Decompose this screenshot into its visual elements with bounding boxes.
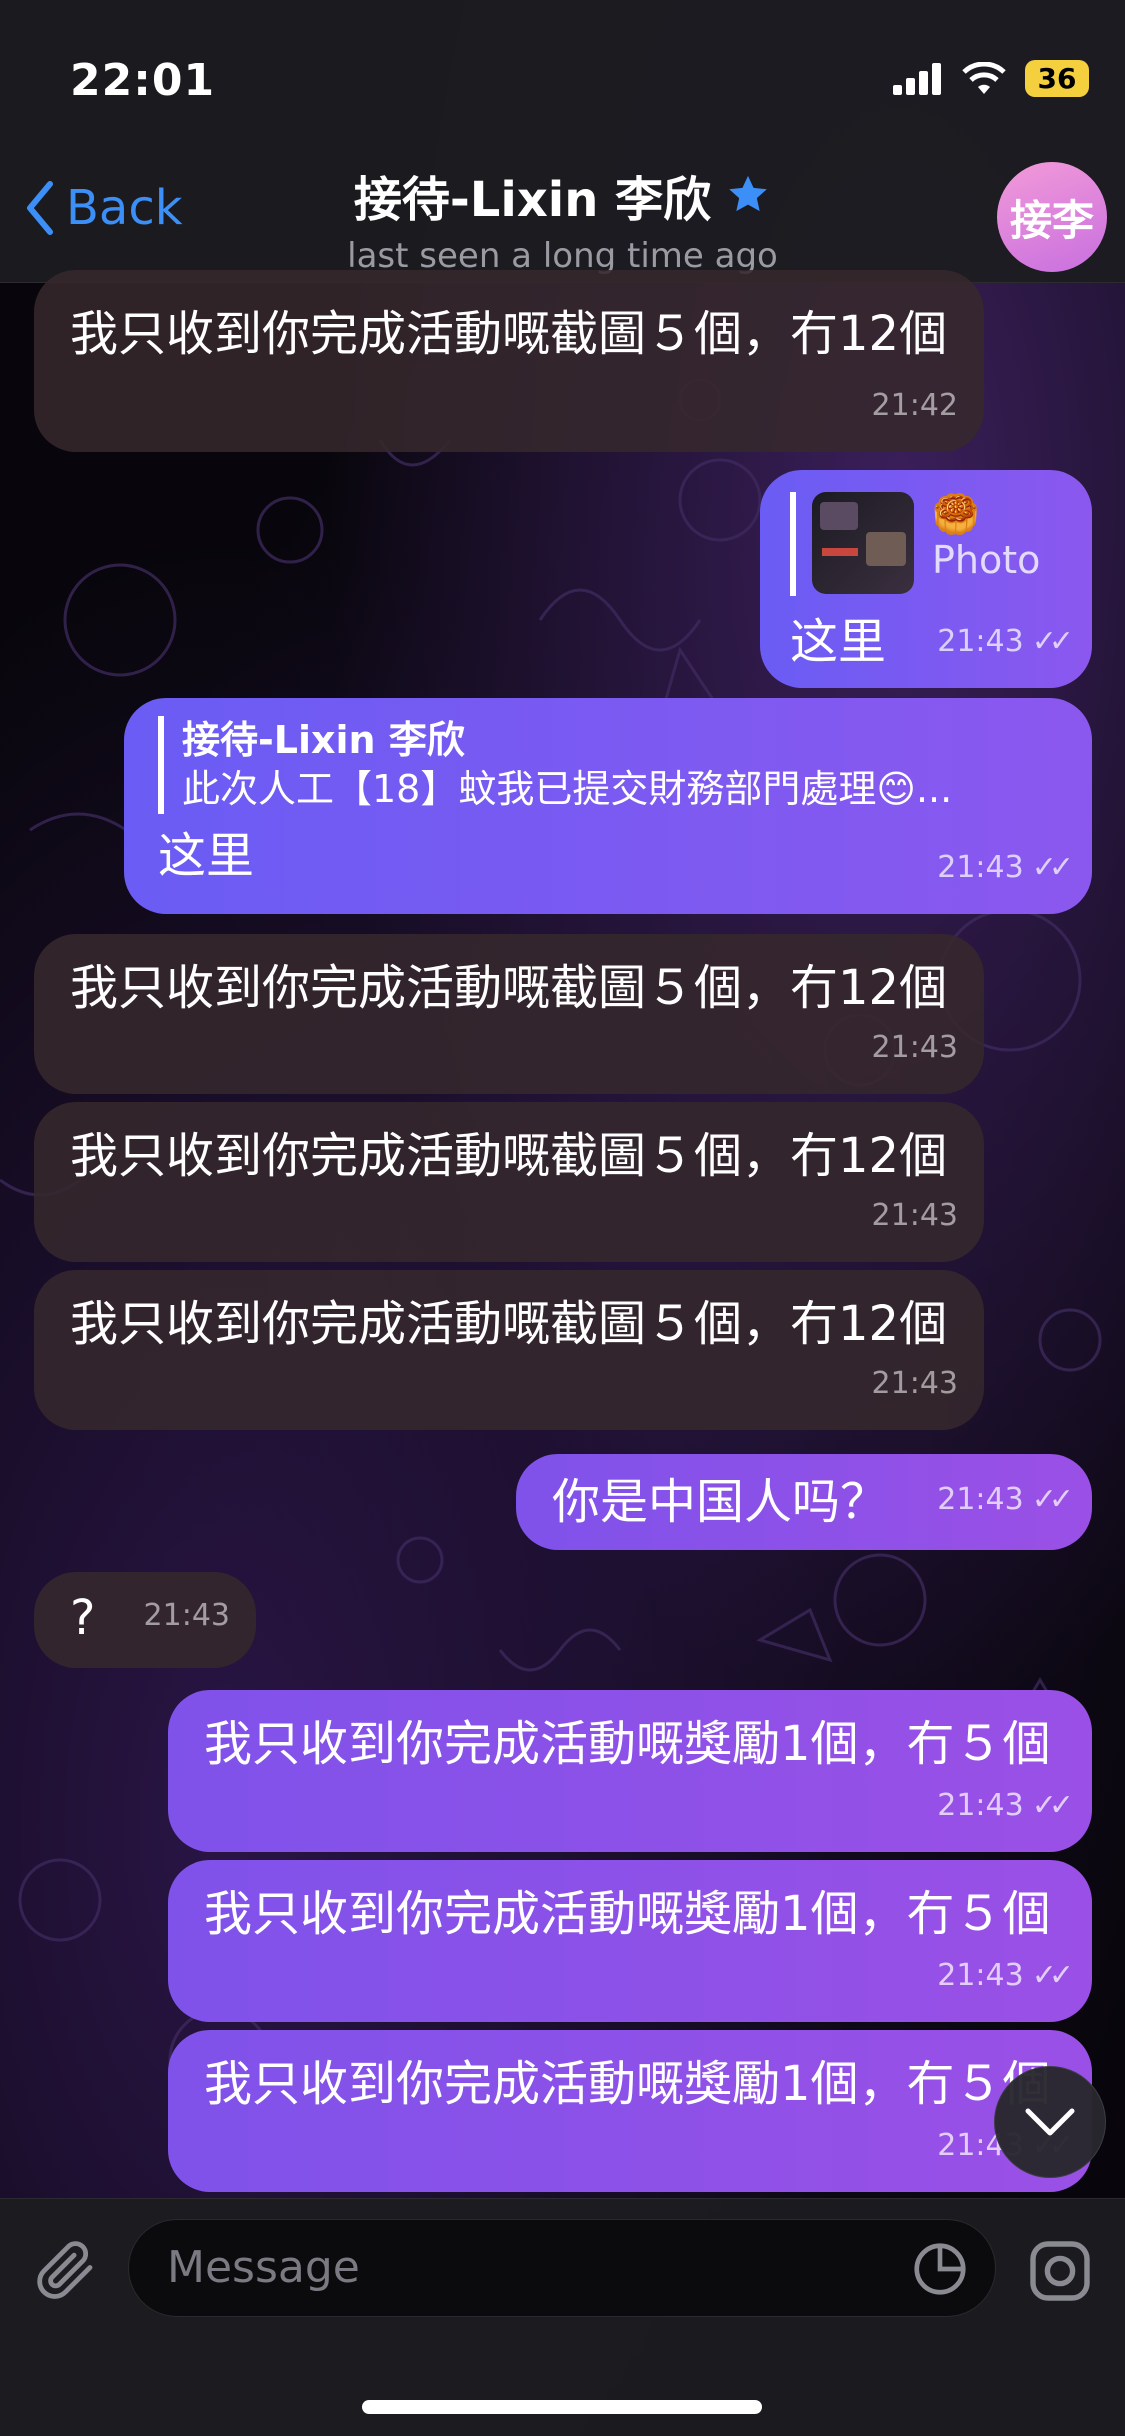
message-bubble-outgoing[interactable]: 我只收到你完成活動嘅獎勵1個，冇５個 21:43 ✓✓ [168,2030,1092,2192]
message-text: 我只收到你完成活動嘅獎勵1個，冇５個 [204,1886,1051,1942]
message-meta: 21:43 ✓✓ [937,836,1074,900]
message-time: 21:43 [937,1788,1024,1823]
message-time: 21:43 [937,1482,1024,1517]
message-time: 21:43 [871,1366,958,1401]
sticker-button[interactable] [909,2238,971,2300]
reply-photo-thumbnail [812,492,914,594]
message-text: 我只收到你完成活動嘅獎勵1個，冇５個 [204,2056,1051,2112]
message-bubble-incoming[interactable]: 我只收到你完成活動嘅截圖５個，冇12個 21:43 [34,1270,984,1430]
attach-button[interactable] [30,2233,102,2305]
sticker-icon [914,2243,966,2295]
message-bubble-incoming[interactable]: 我只收到你完成活動嘅截圖５個，冇12個 21:43 [34,1102,984,1262]
status-time: 22:01 [70,55,216,106]
message-input-container[interactable] [128,2219,996,2317]
message-text: 我只收到你完成活動嘅截圖５個，冇12個 [70,1296,948,1352]
scroll-down-icon [1025,2108,1075,2136]
message-time: 21:43 [871,1030,958,1065]
message-time: 21:42 [871,388,958,423]
navigation-header: 22:01 36 Back 接待-Lixin 李欣 last seen a lo… [0,0,1125,283]
message-meta: 21:43 ✓✓ [937,1944,1074,2008]
message-meta: 21:43 [872,1352,958,1416]
read-receipt-icon: ✓✓ [1031,1788,1074,1823]
message-bubble-outgoing[interactable]: 我只收到你完成活動嘅獎勵1個，冇５個 21:43 ✓✓ [168,1690,1092,1852]
message-text: 我只收到你完成活動嘅截圖５個，冇12個 [70,306,948,362]
message-bubble-incoming[interactable]: 我只收到你完成活動嘅截圖５個，冇12個 21:42 [34,270,984,452]
message-time: 21:43 [937,1958,1024,1993]
message-meta: 21:43 [872,1184,958,1248]
avatar[interactable]: 接李 [997,162,1107,272]
chat-title-text: 接待-Lixin 李欣 [353,172,712,228]
message-text: 我只收到你完成活動嘅截圖５個，冇12個 [70,960,948,1016]
reply-snippet: 此次人工【18】蚊我已提交財務部門處理😊... [182,767,953,811]
read-receipt-icon: ✓✓ [1031,850,1074,885]
message-meta: 21:43 [144,1584,230,1648]
reply-emoji: 🥮 [932,492,980,536]
reply-author: 接待-Lixin 李欣 [182,718,465,762]
camera-button[interactable] [1024,2235,1096,2307]
scroll-down-button[interactable] [994,2066,1106,2178]
chat-title: 接待-Lixin 李欣 [354,160,771,230]
status-indicators: 36 [893,60,1089,97]
home-indicator [362,2400,762,2414]
message-bubble-outgoing[interactable]: 接待-Lixin 李欣 此次人工【18】蚊我已提交財務部門處理😊... 这里 2… [124,698,1092,914]
message-bubble-outgoing[interactable]: 你是中国人吗？ 21:43 ✓✓ [516,1454,1092,1550]
avatar-initials: 接李 [1009,195,1094,245]
message-time: 21:43 [937,624,1024,659]
message-meta: 21:43 ✓✓ [937,1468,1074,1532]
read-receipt-icon: ✓✓ [1031,624,1074,659]
message-bubble-incoming[interactable]: ? 21:43 [34,1572,256,1668]
message-meta: 21:43 [872,1016,958,1080]
message-time: 21:43 [143,1598,230,1633]
message-time: 21:43 [937,850,1024,885]
star-icon [729,175,767,212]
message-input[interactable] [167,2242,867,2293]
wifi-icon [962,61,1006,94]
reply-preview[interactable]: 🥮 Photo [790,492,1062,596]
message-text: 我只收到你完成活動嘅獎勵1個，冇５個 [204,1716,1051,1772]
message-bubble-outgoing[interactable]: 🥮 Photo 这里 21:43 ✓✓ [760,470,1092,688]
camera-icon [1030,2241,1090,2301]
message-meta: 21:43 ✓✓ [937,1774,1074,1838]
read-receipt-icon: ✓✓ [1031,1958,1074,1993]
reply-type-label: Photo [932,538,1041,582]
reply-preview[interactable]: 接待-Lixin 李欣 此次人工【18】蚊我已提交財務部門處理😊... [158,716,1058,814]
attach-icon [37,2241,93,2299]
read-receipt-icon: ✓✓ [1031,1482,1074,1517]
chat-title-area[interactable]: 接待-Lixin 李欣 last seen a long time ago [0,160,1125,276]
message-meta: 21:43 ✓✓ [937,610,1074,674]
message-text: 这里 [158,828,255,884]
message-time: 21:43 [871,1198,958,1233]
signal-icon [893,62,941,95]
battery-indicator: 36 [1025,60,1089,97]
message-text: 我只收到你完成活動嘅截圖５個，冇12個 [70,1128,948,1184]
message-bubble-outgoing[interactable]: 我只收到你完成活動嘅獎勵1個，冇５個 21:43 ✓✓ [168,1860,1092,2022]
message-meta: 21:42 [872,374,958,438]
message-bubble-incoming[interactable]: 我只收到你完成活動嘅截圖５個，冇12個 21:43 [34,934,984,1094]
